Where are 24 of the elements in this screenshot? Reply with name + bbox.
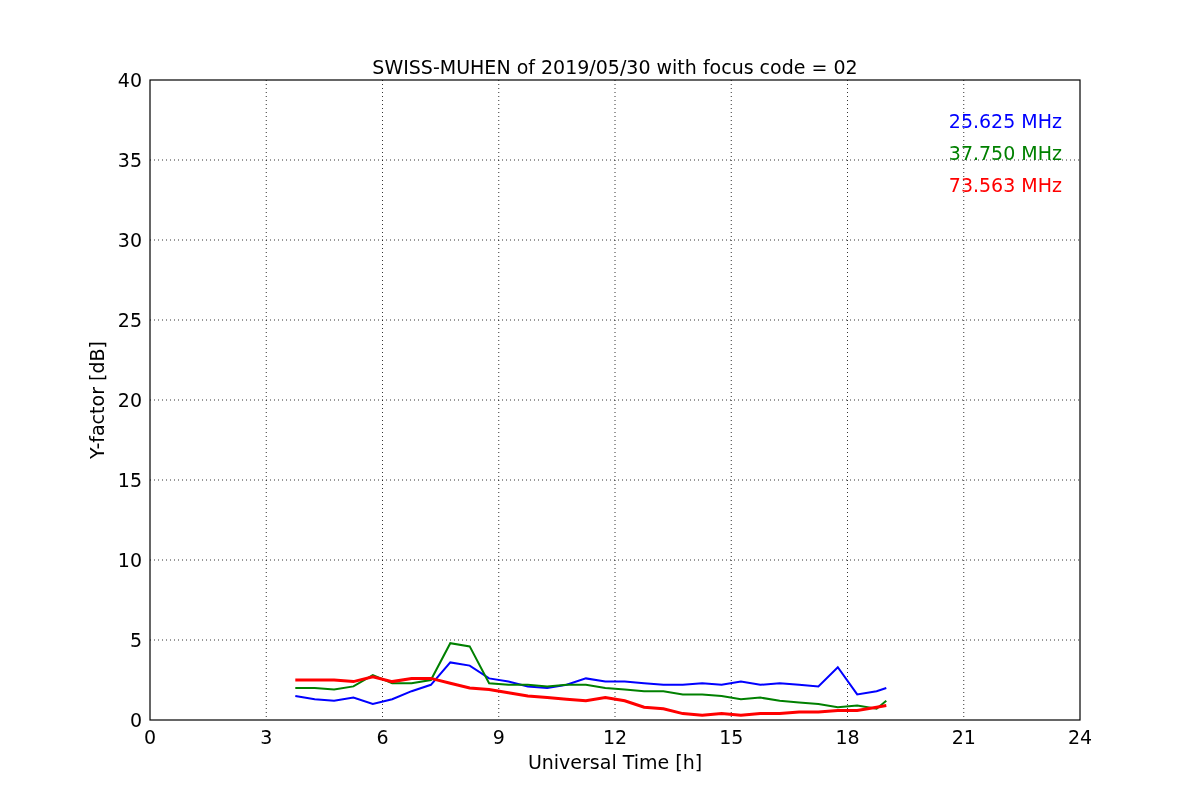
x-tick-label: 9	[492, 726, 505, 748]
y-tick-label: 10	[117, 549, 142, 571]
x-tick-label: 6	[376, 726, 389, 748]
y-axis-label: Y-factor [dB]	[86, 341, 108, 459]
x-tick-label: 0	[143, 726, 157, 748]
x-tick-label: 12	[602, 726, 628, 748]
legend-label: 37.750 MHz	[948, 142, 1062, 164]
y-tick-label: 15	[117, 469, 142, 491]
x-tick-label: 3	[260, 726, 273, 748]
y-tick-label: 25	[117, 309, 142, 331]
x-tick-label: 21	[951, 726, 976, 748]
x-tick-label: 15	[719, 726, 744, 748]
chart-title: SWISS-MUHEN of 2019/05/30 with focus code = 02	[372, 56, 858, 78]
y-tick-label: 40	[117, 69, 142, 91]
x-tick-label: 18	[835, 726, 860, 748]
legend-label: 73.563 MHz	[948, 174, 1062, 196]
x-axis-label: Universal Time [h]	[527, 751, 703, 773]
y-tick-label: 30	[117, 229, 142, 251]
y-tick-label: 0	[129, 709, 142, 731]
y-tick-label: 20	[117, 389, 142, 411]
y-tick-label: 5	[129, 629, 142, 651]
legend-label: 25.625 MHz	[948, 110, 1062, 132]
x-tick-label: 24	[1067, 726, 1093, 748]
y-tick-label: 35	[117, 149, 142, 171]
